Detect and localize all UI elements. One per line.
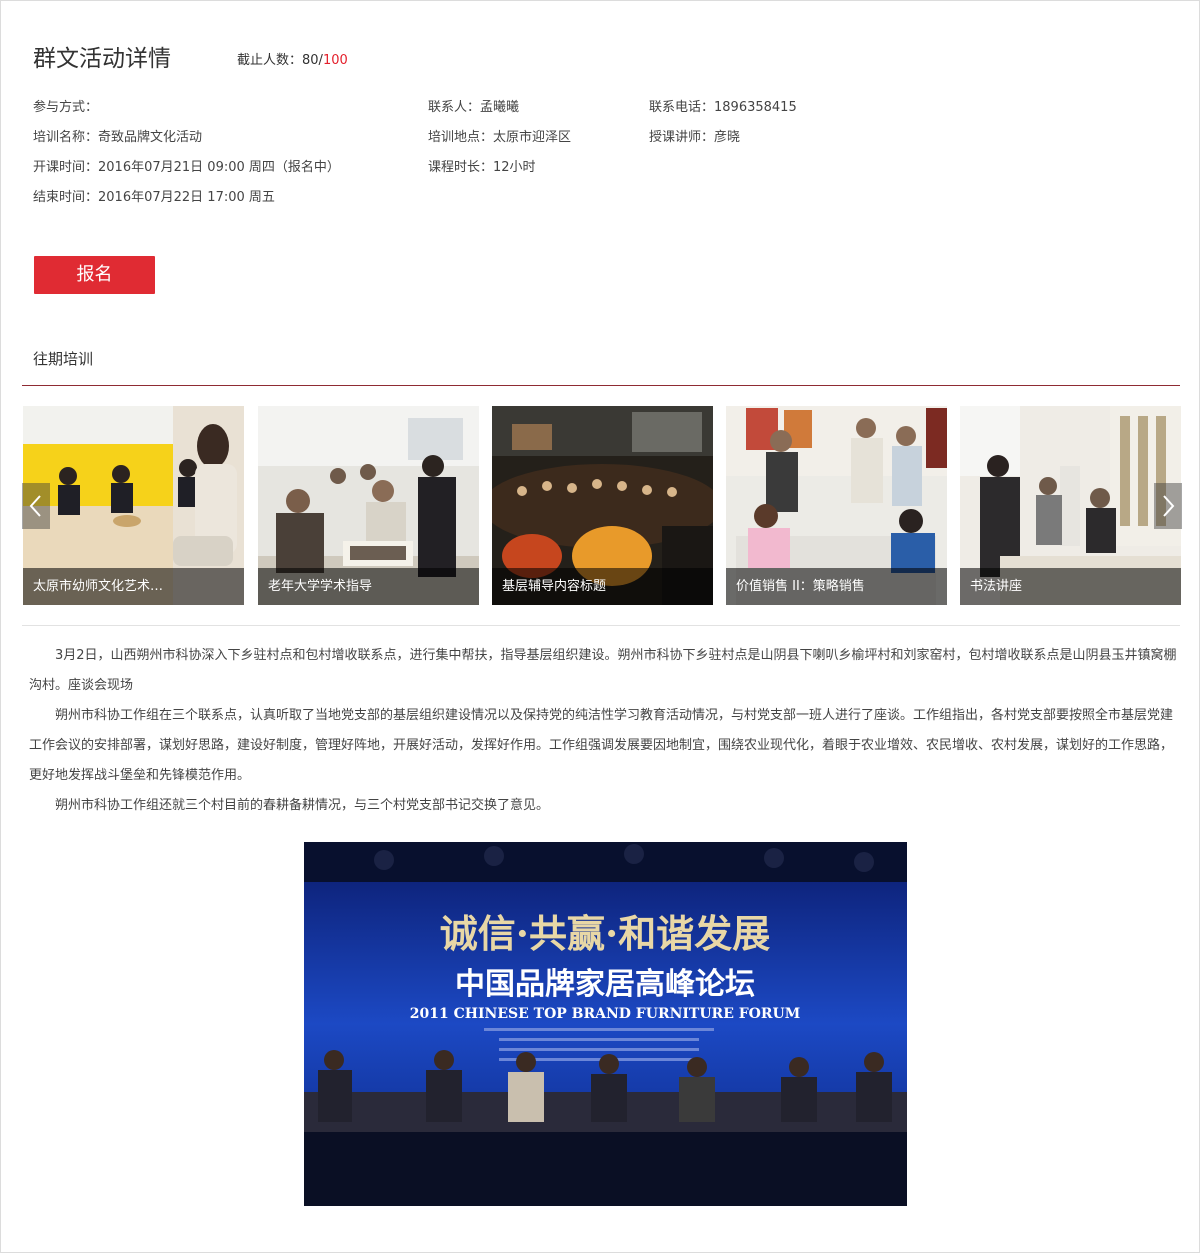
training-caption: 书法讲座 — [960, 568, 1181, 605]
banner-subheadline: 2011 CHINESE TOP BRAND FURNITURE FORUM — [410, 1006, 800, 1022]
capacity-max: 100 — [322, 53, 348, 68]
article-body: 3月2日，山西朔州市科协深入下乡驻村点和包村增收联系点，进行集中帮扶，指导基层组… — [29, 641, 1177, 821]
carousel-next-button[interactable] — [1154, 483, 1182, 529]
training-location: 培训地点：太原市迎泽区 — [428, 130, 572, 145]
course-duration: 课程时长：12小时 — [428, 160, 536, 175]
section-divider — [22, 385, 1180, 386]
activity-detail-page: 群文活动详情 截止人数：80/100 参与方式： 联系人：孟曦曦 联系电话：18… — [0, 0, 1200, 1253]
instructor: 授课讲师：彦晓 — [649, 130, 741, 145]
end-time: 结束时间：2016年07月22日 17:00 周五 — [33, 190, 275, 205]
carousel-prev-button[interactable] — [22, 483, 50, 529]
capacity-current: 80/ — [302, 53, 323, 68]
training-caption: 老年大学学术指导 — [258, 568, 479, 605]
training-card[interactable]: 基层辅导内容标题 — [492, 406, 713, 605]
training-card[interactable]: 书法讲座 — [960, 406, 1181, 605]
contact-person: 联系人：孟曦曦 — [428, 100, 520, 115]
chevron-right-icon — [1163, 495, 1175, 517]
content-divider — [22, 625, 1180, 626]
training-name: 培训名称：奇致品牌文化活动 — [33, 130, 203, 145]
page-title: 群文活动详情 — [33, 46, 171, 72]
contact-phone: 联系电话：1896358415 — [649, 100, 797, 115]
training-card[interactable]: 太原市幼师文化艺术… — [23, 406, 244, 605]
article-paragraph: 朔州市科协工作组在三个联系点，认真听取了当地党支部的基层组织建设情况以及保持党的… — [29, 708, 1174, 783]
banner-headline: 中国品牌家居高峰论坛 — [455, 967, 755, 1002]
training-caption: 价值销售 II：策略销售 — [726, 568, 947, 605]
past-training-title: 往期培训 — [33, 350, 94, 368]
article-paragraph: 3月2日，山西朔州市科协深入下乡驻村点和包村增收联系点，进行集中帮扶，指导基层组… — [29, 648, 1177, 693]
banner-slogan: 诚信·共赢·和谐发展 — [440, 911, 770, 956]
chevron-left-icon — [29, 495, 41, 517]
signup-button[interactable]: 报名 — [34, 256, 155, 294]
start-time: 开课时间：2016年07月21日 09:00 周四（报名中） — [33, 160, 340, 175]
participation-method: 参与方式： — [33, 100, 99, 115]
training-card[interactable]: 价值销售 II：策略销售 — [726, 406, 947, 605]
past-training-carousel: 太原市幼师文化艺术… 老年大学学术指导 基层辅导内容标题 价值销售 II：策略销… — [22, 406, 1182, 606]
capacity-label: 截止人数： — [237, 53, 303, 68]
training-caption: 基层辅导内容标题 — [492, 568, 713, 605]
training-card[interactable]: 老年大学学术指导 — [258, 406, 479, 605]
training-caption: 太原市幼师文化艺术… — [23, 568, 244, 605]
forum-banner-image: 诚信·共赢·和谐发展 中国品牌家居高峰论坛 2011 CHINESE TOP B… — [304, 842, 907, 1206]
article-paragraph: 朔州市科协工作组还就三个村目前的春耕备耕情况，与三个村党支部书记交换了意见。 — [55, 798, 550, 813]
forum-banner-graphic: 诚信·共赢·和谐发展 中国品牌家居高峰论坛 2011 CHINESE TOP B… — [304, 842, 907, 1206]
capacity-info: 截止人数：80/100 — [237, 49, 348, 68]
